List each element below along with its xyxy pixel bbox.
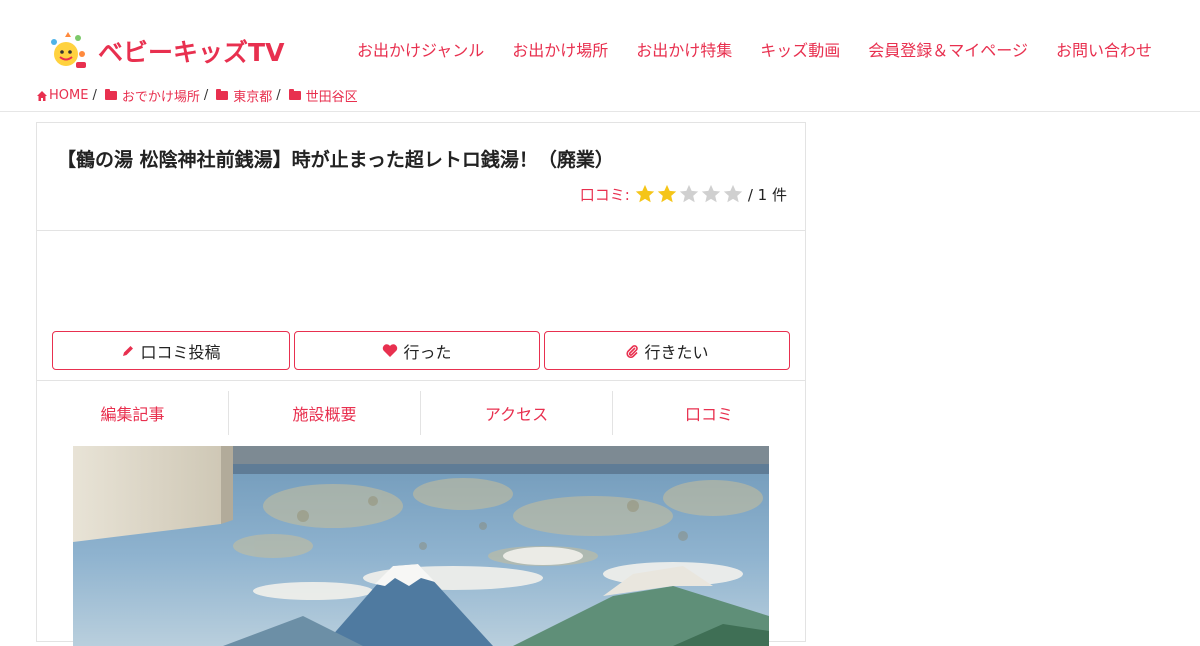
star-empty-icon [679, 184, 699, 203]
star-filled-icon [657, 184, 677, 203]
nav-item-member[interactable]: 会員登録＆マイページ [854, 40, 1042, 62]
folder-icon [288, 89, 301, 100]
breadcrumb-item-tokyo[interactable]: 東京都 [216, 86, 272, 105]
want-to-go-button[interactable]: 行きたい [544, 331, 790, 370]
breadcrumb-separator: / [276, 88, 281, 103]
post-review-button[interactable]: 口コミ投稿 [52, 331, 290, 370]
tab-reviews[interactable]: 口コミ [613, 391, 805, 435]
site-logo[interactable]: ベビーキッズTV [48, 26, 284, 76]
rating: 口コミ: / 1 件 [580, 183, 787, 205]
heart-icon [383, 344, 398, 357]
breadcrumb-item-label: おでかけ場所 [121, 90, 200, 105]
breadcrumb-item-label: 世田谷区 [305, 90, 358, 105]
went-label: 行った [403, 344, 452, 362]
logo-text-main: ベビーキッズ [98, 38, 249, 67]
breadcrumb: HOME / おでかけ場所 / 東京都 / 世田谷区 [36, 86, 358, 105]
site-header: ベビーキッズTV お出かけジャンル お出かけ場所 お出かけ特集 キッズ動画 会員… [0, 0, 1200, 112]
nav-item-genre[interactable]: お出かけジャンル [343, 40, 498, 62]
star-empty-icon [723, 184, 743, 203]
breadcrumb-separator: / [92, 88, 97, 103]
nav-item-contact[interactable]: お問い合わせ [1042, 40, 1166, 62]
mural-image [73, 446, 769, 646]
action-buttons: 口コミ投稿 行った 行きたい [52, 331, 794, 370]
divider [37, 230, 805, 231]
tab-editorial[interactable]: 編集記事 [37, 391, 229, 435]
folder-icon [104, 89, 117, 100]
tab-access[interactable]: アクセス [421, 391, 613, 435]
divider [37, 380, 805, 381]
want-to-go-label: 行きたい [644, 344, 709, 362]
rating-stars [634, 183, 744, 205]
rating-label[interactable]: 口コミ: [580, 184, 630, 205]
article-title: 【鶴の湯 松陰神社前銭湯】時が止まった超レトロ銭湯！（廃業） [57, 149, 614, 171]
global-nav: お出かけジャンル お出かけ場所 お出かけ特集 キッズ動画 会員登録＆マイページ … [343, 40, 1166, 62]
folder-icon [216, 89, 229, 100]
nav-item-kids-video[interactable]: キッズ動画 [746, 40, 854, 62]
nav-item-feature[interactable]: お出かけ特集 [622, 40, 746, 62]
breadcrumb-item-place[interactable]: おでかけ場所 [104, 86, 200, 105]
nav-item-place[interactable]: お出かけ場所 [498, 40, 622, 62]
paperclip-icon [626, 344, 639, 358]
pencil-icon [123, 345, 134, 356]
article-tabs: 編集記事 施設概要 アクセス 口コミ [37, 391, 805, 435]
post-review-label: 口コミ投稿 [140, 344, 221, 362]
logo-text: ベビーキッズTV [98, 33, 284, 69]
star-filled-icon [635, 184, 655, 203]
article-card: 【鶴の湯 松陰神社前銭湯】時が止まった超レトロ銭湯！（廃業） 口コミ: / 1 … [36, 122, 806, 646]
breadcrumb-item-setagaya[interactable]: 世田谷区 [288, 86, 358, 105]
star-empty-icon [701, 184, 721, 203]
breadcrumb-home-label: HOME [49, 88, 89, 103]
article-photo [73, 446, 769, 646]
tab-facility-overview[interactable]: 施設概要 [229, 391, 421, 435]
breadcrumb-separator: / [203, 88, 209, 103]
rating-count: / 1 件 [747, 185, 787, 204]
logo-text-tv: TV [248, 38, 285, 67]
home-icon [37, 90, 47, 101]
breadcrumb-item-label: 東京都 [233, 90, 273, 105]
breadcrumb-home[interactable]: HOME [36, 88, 88, 103]
logo-mark-icon [51, 32, 86, 68]
went-button[interactable]: 行った [294, 331, 540, 370]
